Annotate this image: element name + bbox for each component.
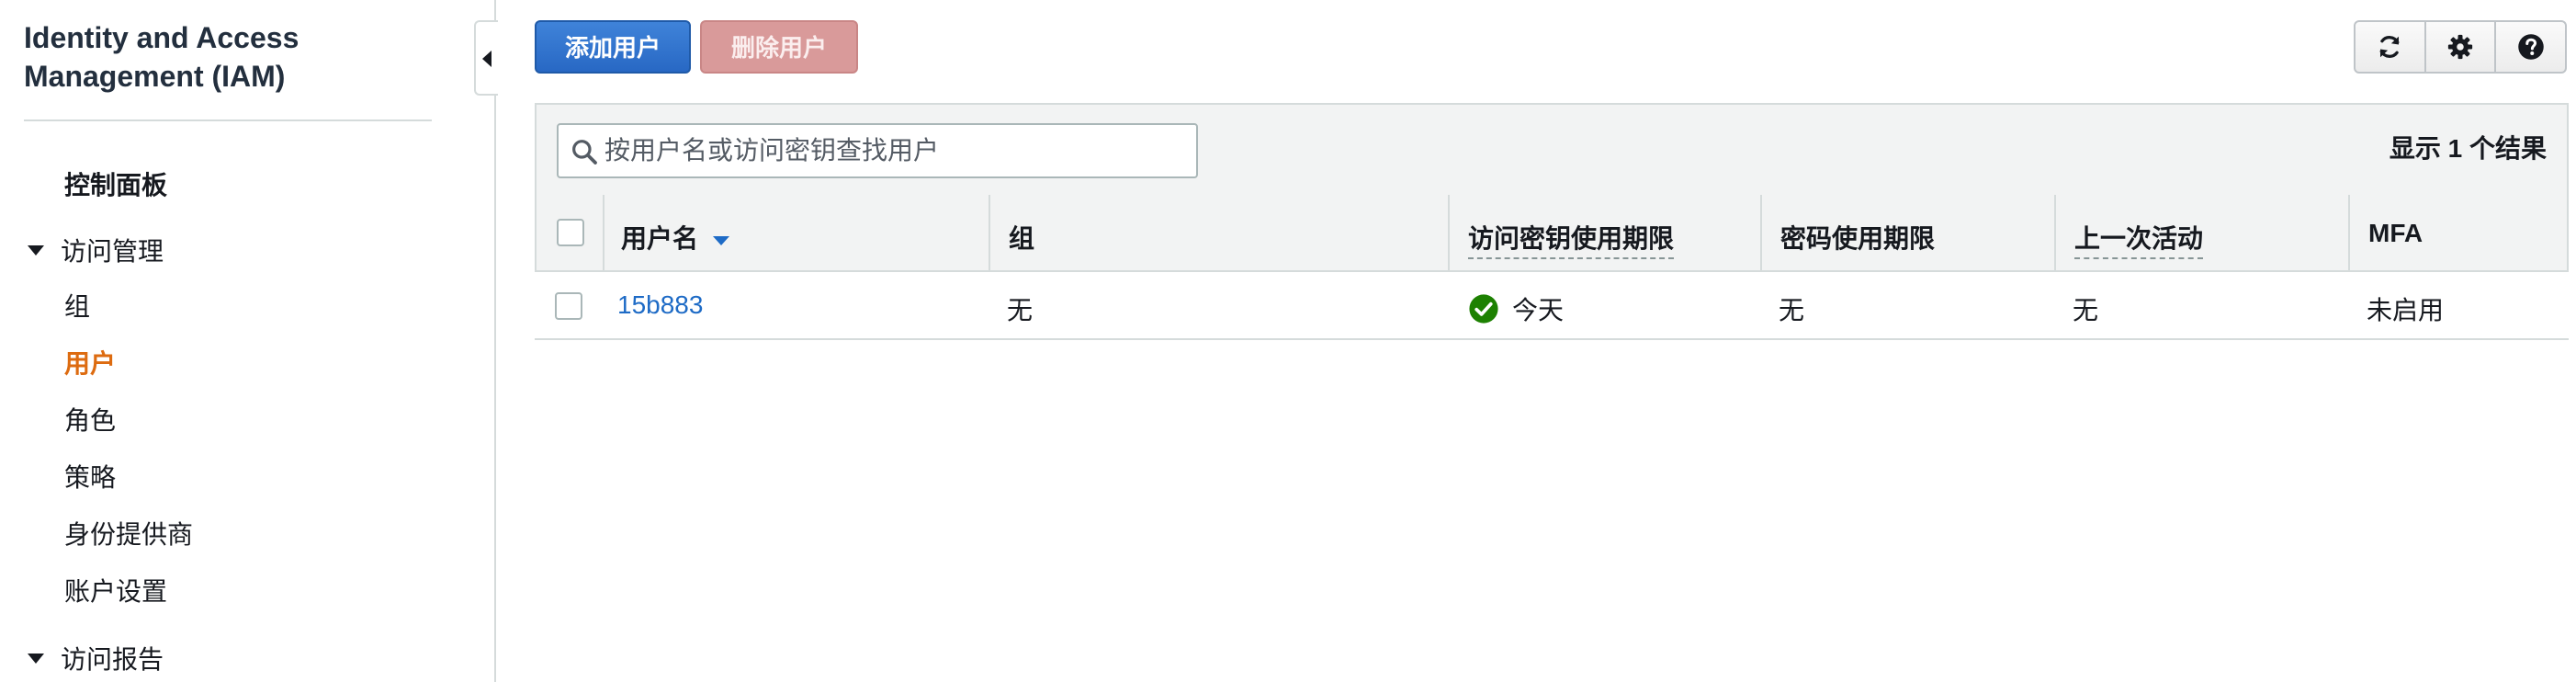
- sidebar-item-identity-providers[interactable]: 身份提供商: [64, 515, 193, 551]
- access-key-age-cell: 今天: [1468, 290, 1564, 331]
- table-filter-bar: 显示 1 个结果: [535, 103, 2569, 197]
- sidebar: Identity and Access Management (IAM) 控制面…: [0, 0, 496, 682]
- settings-button[interactable]: [2426, 22, 2497, 72]
- refresh-icon: [2379, 36, 2400, 58]
- sidebar-group-label: 访问报告: [61, 645, 164, 674]
- last-activity-cell: 无: [2073, 296, 2099, 324]
- help-button[interactable]: [2496, 22, 2565, 72]
- row-select-checkbox[interactable]: [555, 292, 582, 320]
- column-divider: [603, 195, 604, 270]
- iam-console: Identity and Access Management (IAM) 控制面…: [0, 0, 2576, 682]
- column-header-last-activity[interactable]: 上一次活动: [2074, 219, 2204, 259]
- sidebar-divider: [24, 119, 432, 121]
- sidebar-title[interactable]: Identity and Access Management (IAM): [24, 18, 456, 96]
- caret-left-icon: [482, 51, 491, 67]
- column-divider: [1448, 195, 1450, 270]
- check-circle-icon: [1469, 294, 1498, 324]
- result-count: 显示 1 个结果: [2389, 134, 2547, 163]
- column-header-label: 用户名: [621, 224, 699, 253]
- gear-icon: [2447, 34, 2473, 60]
- column-divider: [2054, 195, 2056, 270]
- sort-descending-icon: [713, 235, 730, 245]
- column-divider: [2348, 195, 2350, 270]
- access-key-age-value: 今天: [1512, 296, 1565, 324]
- caret-down-icon: [28, 654, 44, 665]
- sidebar-item-roles[interactable]: 角色: [64, 401, 116, 438]
- sidebar-group-label: 访问管理: [61, 237, 164, 266]
- column-header-password-age[interactable]: 密码使用期限: [1780, 219, 1935, 256]
- mfa-cell: 未启用: [2367, 296, 2445, 324]
- delete-user-button[interactable]: 删除用户: [700, 20, 858, 74]
- table-header-row: 用户名 组 访问密钥使用期限 密码使用期限 上一次活动 MFA: [535, 195, 2569, 272]
- sidebar-group-access-reports[interactable]: 访问报告: [28, 640, 164, 676]
- password-age-cell: 无: [1779, 296, 1805, 324]
- column-divider: [989, 195, 990, 270]
- help-icon: [2517, 34, 2544, 60]
- sidebar-collapse-button[interactable]: [474, 20, 498, 96]
- column-header-access-key-age[interactable]: 访问密钥使用期限: [1468, 219, 1675, 259]
- search-icon: [570, 137, 599, 171]
- username-link[interactable]: 15b883: [617, 290, 703, 320]
- caret-down-icon: [28, 245, 44, 256]
- toolbar-icon-group: [2354, 20, 2567, 74]
- search-input[interactable]: [604, 132, 1183, 169]
- sidebar-item-groups[interactable]: 组: [64, 287, 90, 324]
- sidebar-item-users[interactable]: 用户: [64, 344, 116, 381]
- sidebar-item-account-settings[interactable]: 账户设置: [64, 572, 167, 608]
- search-field[interactable]: [557, 123, 1198, 178]
- sidebar-item-policies[interactable]: 策略: [64, 458, 116, 494]
- add-user-button[interactable]: 添加用户: [535, 20, 691, 74]
- sidebar-item-dashboard[interactable]: 控制面板: [64, 165, 167, 202]
- sidebar-group-access-management[interactable]: 访问管理: [28, 232, 164, 268]
- column-divider: [1760, 195, 1762, 270]
- refresh-button[interactable]: [2356, 22, 2426, 72]
- groups-cell: 无: [1007, 296, 1034, 324]
- column-header-mfa[interactable]: MFA: [2368, 219, 2423, 248]
- users-table-panel: 显示 1 个结果 用户名 组 访问密钥使用期限 密码使用期限 上一次活动 MFA…: [535, 103, 2569, 340]
- column-header-groups[interactable]: 组: [1009, 219, 1034, 256]
- table-row[interactable]: 15b883 无 今天 无 无 未启用: [535, 274, 2569, 338]
- column-header-username[interactable]: 用户名: [621, 219, 730, 256]
- select-all-checkbox[interactable]: [557, 219, 584, 246]
